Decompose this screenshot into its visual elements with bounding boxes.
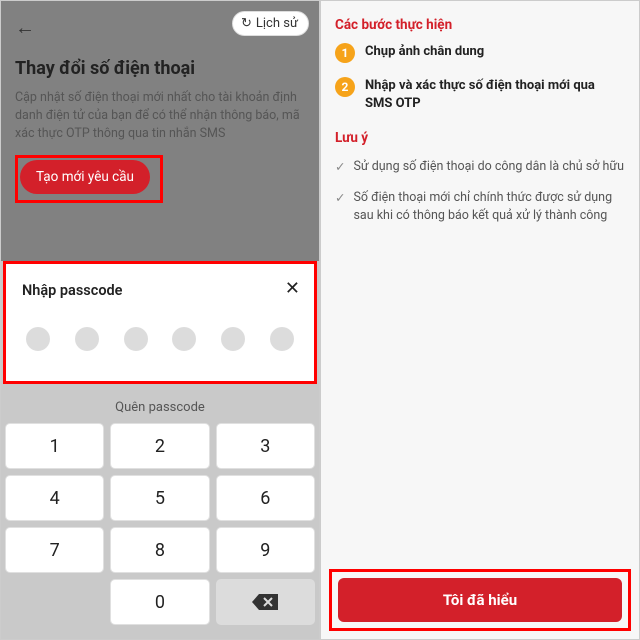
passcode-card: Nhập passcode ✕ [6, 264, 314, 381]
history-button[interactable]: ↻ Lịch sử [232, 11, 309, 36]
keypad-6[interactable]: 6 [216, 475, 315, 521]
understood-button[interactable]: Tôi đã hiểu [338, 578, 622, 622]
numeric-keypad: 1 2 3 4 5 6 7 8 9 0 [1, 423, 319, 625]
keypad-0[interactable]: 0 [110, 579, 209, 625]
keypad-backspace[interactable] [216, 579, 315, 625]
passcode-dot [124, 327, 148, 351]
note-item: ✓ Số điện thoại mới chỉ chính thức được … [335, 189, 625, 225]
keypad-3[interactable]: 3 [216, 423, 315, 469]
page-description: Cập nhật số điện thoại mới nhất cho tài … [15, 89, 305, 143]
page-title: Thay đổi số điện thoại [15, 58, 305, 79]
passcode-dot [270, 327, 294, 351]
keypad-blank [5, 579, 104, 625]
keypad-9[interactable]: 9 [216, 527, 315, 573]
step-2-text: Nhập và xác thực số điện thoại mới qua S… [365, 77, 625, 112]
step-2: 2 Nhập và xác thực số điện thoại mới qua… [335, 77, 625, 112]
passcode-title: Nhập passcode [22, 282, 298, 299]
create-request-button[interactable]: Tạo mới yêu cầu [20, 160, 150, 194]
close-icon[interactable]: ✕ [285, 278, 300, 299]
notes-heading: Lưu ý [335, 130, 625, 146]
step-1: 1 Chụp ảnh chân dung [335, 43, 625, 63]
keypad-8[interactable]: 8 [110, 527, 209, 573]
keypad-1[interactable]: 1 [5, 423, 104, 469]
keypad-2[interactable]: 2 [110, 423, 209, 469]
passcode-dot [172, 327, 196, 351]
history-label: Lịch sử [256, 16, 298, 31]
left-pane: ← ↻ Lịch sử Thay đổi số điện thoại Cập n… [0, 0, 320, 640]
passcode-card-highlight: Nhập passcode ✕ [3, 261, 317, 384]
left-header-area: ← ↻ Lịch sử Thay đổi số điện thoại Cập n… [1, 1, 319, 261]
step-1-text: Chụp ảnh chân dung [365, 43, 484, 61]
note-item: ✓ Sử dụng số điện thoại do công dân là c… [335, 158, 625, 177]
history-icon: ↻ [241, 16, 252, 31]
note-text: Sử dụng số điện thoại do công dân là chủ… [353, 158, 623, 177]
passcode-dot [75, 327, 99, 351]
passcode-dot [26, 327, 50, 351]
notes-list: ✓ Sử dụng số điện thoại do công dân là c… [335, 158, 625, 237]
check-icon: ✓ [335, 159, 345, 177]
keypad-7[interactable]: 7 [5, 527, 104, 573]
create-request-highlight: Tạo mới yêu cầu [15, 155, 163, 203]
backspace-icon [251, 593, 279, 611]
check-icon: ✓ [335, 190, 345, 225]
passcode-overlay: Nhập passcode ✕ Quên passcode 1 [1, 261, 319, 639]
forgot-passcode-link[interactable]: Quên passcode [1, 400, 319, 415]
step-badge-2: 2 [335, 77, 355, 97]
steps-heading: Các bước thực hiện [335, 17, 625, 33]
note-text: Số điện thoại mới chỉ chính thức được sử… [353, 189, 625, 225]
keypad-4[interactable]: 4 [5, 475, 104, 521]
passcode-dots [22, 327, 298, 351]
right-pane: Các bước thực hiện 1 Chụp ảnh chân dung … [320, 0, 640, 640]
cta-highlight: Tôi đã hiểu [329, 569, 631, 631]
passcode-dot [221, 327, 245, 351]
keypad-5[interactable]: 5 [110, 475, 209, 521]
step-badge-1: 1 [335, 43, 355, 63]
